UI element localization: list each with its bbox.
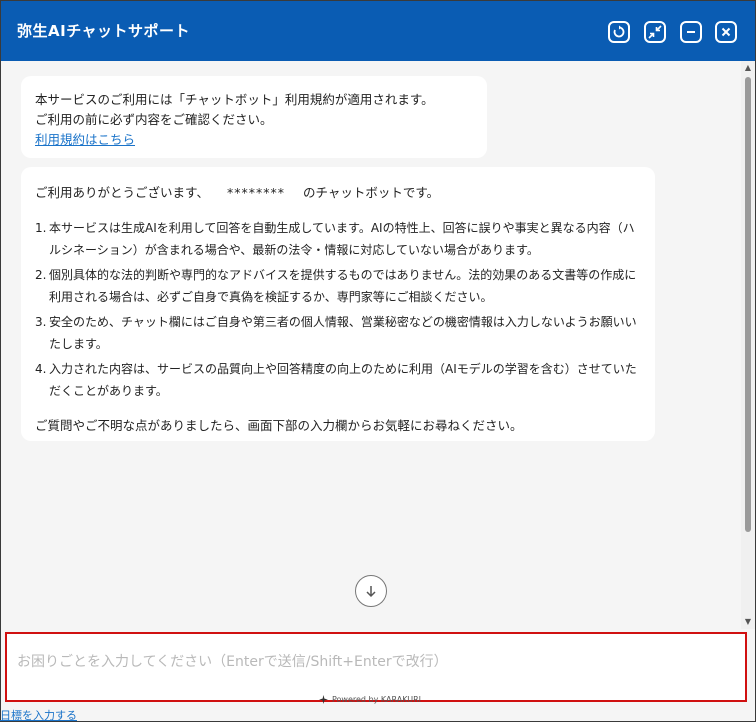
- chat-header: 弥生AIチャットサポート: [1, 1, 755, 61]
- close-button[interactable]: [715, 21, 737, 43]
- chat-window: 弥生AIチャットサポート 本サービスのご利用には「チャットボット」利用規約が適用…: [0, 0, 756, 722]
- chat-title: 弥生AIチャットサポート: [17, 22, 191, 40]
- collapse-button[interactable]: [644, 21, 666, 43]
- karakuri-logo-icon: [319, 695, 328, 704]
- refresh-button[interactable]: [608, 21, 630, 43]
- list-item: 2. 個別具体的な法的判断や専門的なアドバイスを提供するものではありません。法的効…: [35, 268, 637, 304]
- scroll-down-arrow-icon[interactable]: ▼: [743, 617, 753, 627]
- refresh-icon: [613, 25, 625, 38]
- intro-prefix: ご利用ありがとうございます、: [35, 185, 210, 200]
- vertical-scrollbar[interactable]: ▲ ▼: [741, 61, 755, 629]
- terms-link[interactable]: 利用規約はこちら: [35, 132, 135, 147]
- list-item: 4. 入力された内容は、サービスの品質向上や回答精度の向上のために利用（AIモデル…: [35, 362, 637, 398]
- message-input[interactable]: お困りごとを入力してください（Enterで送信/Shift+Enterで改行）: [5, 632, 747, 702]
- masked-company-name: ********: [227, 185, 286, 200]
- intro-suffix: のチャットボットです。: [303, 185, 440, 200]
- close-icon: [721, 27, 731, 37]
- scroll-to-bottom-button[interactable]: [355, 575, 387, 607]
- arrow-down-icon: [366, 586, 376, 598]
- list-item: 3. 安全のため、チャット欄にはご自身や第三者の個人情報、営業秘密などの機密情報は…: [35, 315, 637, 351]
- terms-line-1: 本サービスのご利用には「チャットボット」利用規約が適用されます。: [35, 92, 434, 107]
- scrollbar-thumb[interactable]: [745, 77, 751, 532]
- powered-by: Powered by KARAKURI: [319, 695, 421, 704]
- notice-list: 1. 本サービスは生成AIを利用して回答を自動生成しています。AIの特性上、回答に…: [35, 217, 641, 402]
- welcome-outro: ご質問やご不明な点がありましたら、画面下部の入力欄からお気軽にお尋ねください。: [35, 418, 523, 433]
- background-page-link[interactable]: 日標を入力する: [0, 707, 77, 722]
- collapse-icon: [648, 25, 662, 39]
- welcome-message: ご利用ありがとうございます、 ******** のチャットボットです。 1. 本サービ…: [21, 167, 655, 441]
- terms-message: 本サービスのご利用には「チャットボット」利用規約が適用されます。 ご利用の前に必…: [21, 76, 487, 158]
- terms-line-2: ご利用の前に必ず内容をご確認ください。: [35, 112, 273, 127]
- minimize-button[interactable]: [680, 21, 702, 43]
- message-list: 本サービスのご利用には「チャットボット」利用規約が適用されます。 ご利用の前に必…: [1, 61, 755, 629]
- input-placeholder: お困りごとを入力してください（Enterで送信/Shift+Enterで改行）: [17, 654, 448, 670]
- scroll-up-arrow-icon[interactable]: ▲: [743, 63, 753, 73]
- welcome-intro: ご利用ありがとうございます、 ******** のチャットボットです。: [35, 183, 641, 203]
- powered-by-text: Powered by KARAKURI: [332, 695, 421, 704]
- minimize-icon: [687, 31, 695, 33]
- list-item: 1. 本サービスは生成AIを利用して回答を自動生成しています。AIの特性上、回答に…: [35, 221, 635, 257]
